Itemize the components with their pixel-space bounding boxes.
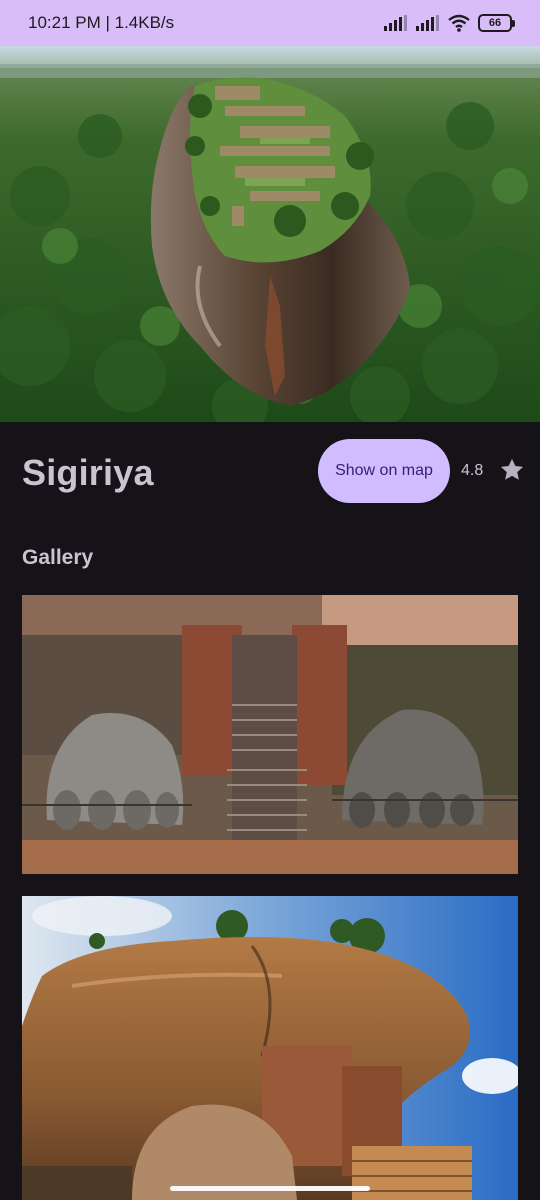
gallery-image[interactable] <box>22 595 518 874</box>
status-time: 10:21 PM | 1.4KB/s <box>28 13 175 32</box>
star-icon <box>500 458 524 480</box>
gallery-image[interactable] <box>22 896 518 1200</box>
battery-icon: 66 <box>478 14 515 32</box>
rating-value: 4.8 <box>461 462 484 479</box>
gallery-heading: Gallery <box>22 546 94 569</box>
status-icons: 66 <box>384 14 515 32</box>
home-indicator[interactable] <box>170 1186 370 1191</box>
place-title: Sigiriya <box>22 452 154 493</box>
hero-image <box>0 46 540 422</box>
wifi-icon <box>448 14 470 32</box>
signal-icon <box>384 15 407 31</box>
signal-icon <box>416 15 439 31</box>
rock-face-sky-image <box>22 896 518 1200</box>
place-header: Sigiriya Show on map 4.8 <box>0 422 540 522</box>
aerial-rock-fortress-image <box>0 46 540 422</box>
status-bar: 10:21 PM | 1.4KB/s 66 <box>0 0 540 46</box>
show-on-map-button[interactable]: Show on map <box>318 439 450 503</box>
lion-paws-staircase-image <box>22 595 518 874</box>
